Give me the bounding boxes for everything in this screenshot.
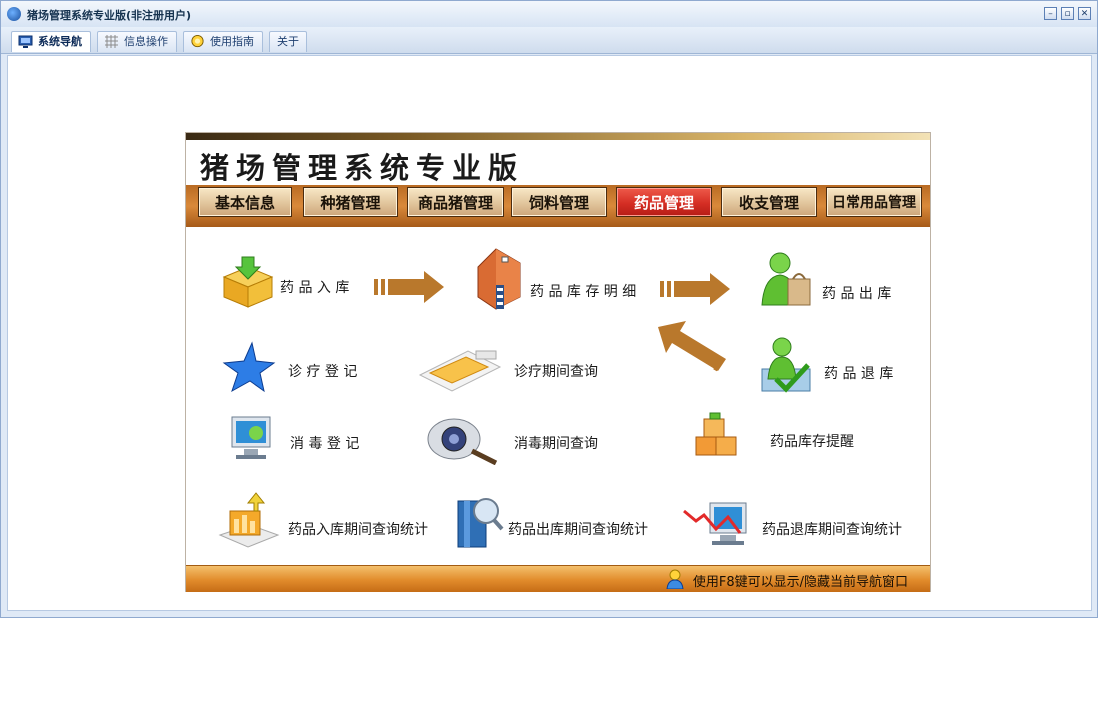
menu-daily-supplies[interactable]: 日常用品管理 — [826, 187, 922, 217]
tab-label: 系统导航 — [38, 35, 82, 48]
menu-basic-info[interactable]: 基本信息 — [198, 187, 292, 217]
minimize-button[interactable]: – — [1044, 7, 1057, 20]
bar-chart-icon — [218, 492, 280, 548]
star-icon — [222, 341, 276, 393]
disinfect-query-label: 消毒期间查询 — [514, 436, 598, 452]
status-hint: 使用F8键可以显示/隐藏当前导航窗口 — [692, 575, 908, 590]
help-icon — [191, 35, 204, 48]
tab-user-guide[interactable]: 使用指南 — [183, 31, 263, 52]
building-icon — [477, 248, 521, 310]
arrow-right-icon — [660, 273, 730, 305]
drug-out-label: 药 品 出 库 — [822, 286, 892, 302]
disinfect-register-label: 消 毒 登 记 — [290, 436, 360, 452]
arrow-right-icon — [374, 271, 444, 303]
navigation-panel: 猪场管理系统专业版 基本信息 种猪管理 商品猪管理 饲料管理 药品管理 收支管理… — [185, 132, 931, 592]
person-icon — [666, 569, 684, 589]
tab-label: 信息操作 — [124, 35, 168, 48]
box-in-icon — [222, 256, 274, 308]
arrow-up-left-icon — [658, 321, 726, 372]
disinfect-register-item[interactable]: 消 毒 登 记 — [226, 415, 376, 465]
in-stats-item[interactable]: 药品入库期间查询统计 — [216, 491, 436, 551]
user-bag-icon — [761, 252, 811, 306]
monitor-icon — [18, 35, 33, 48]
menu-drug[interactable]: 药品管理 — [616, 187, 712, 217]
treatment-register-label: 诊 疗 登 记 — [288, 364, 358, 380]
drug-in-item[interactable]: 药 品 入 库 — [218, 253, 378, 313]
user-check-icon — [761, 337, 811, 393]
close-button[interactable]: ✕ — [1078, 7, 1091, 20]
title-bar[interactable]: 猪场管理系统专业版(非注册用户) – ▫ ✕ — [1, 1, 1097, 28]
boxes-icon — [695, 412, 737, 456]
document-chart-icon — [418, 350, 502, 392]
treatment-register-item[interactable]: 诊 疗 登 记 — [222, 341, 372, 401]
treatment-query-item[interactable]: 诊疗期间查询 — [418, 345, 628, 401]
drug-out-item[interactable]: 药 品 出 库 — [758, 249, 918, 313]
monitor-globe-icon — [231, 416, 271, 459]
tab-system-nav[interactable]: 系统导航 — [11, 31, 91, 52]
app-logo-icon — [7, 7, 21, 21]
tab-label: 使用指南 — [210, 35, 254, 48]
grid-icon — [105, 35, 118, 48]
stock-alert-label: 药品库存提醒 — [770, 434, 854, 450]
magnifier-disc-icon — [427, 418, 498, 465]
menu-finance[interactable]: 收支管理 — [721, 187, 817, 217]
menu-breeding-pig[interactable]: 种猪管理 — [303, 187, 398, 217]
window-title: 猪场管理系统专业版(非注册用户) — [27, 9, 192, 22]
module-menu: 基本信息 种猪管理 商品猪管理 饲料管理 药品管理 收支管理 日常用品管理 — [186, 185, 930, 227]
return-stats-item[interactable]: 药品退库期间查询统计 — [682, 499, 912, 555]
restore-button[interactable]: ▫ — [1061, 7, 1074, 20]
status-bar: 使用F8键可以显示/隐藏当前导航窗口 — [186, 565, 930, 592]
drug-stock-detail-label: 药 品 库 存 明 细 — [530, 284, 637, 300]
menu-feed[interactable]: 饲料管理 — [511, 187, 607, 217]
menu-commercial-pig[interactable]: 商品猪管理 — [407, 187, 504, 217]
return-stats-label: 药品退库期间查询统计 — [762, 522, 902, 538]
tab-bar: 系统导航 信息操作 使用指南 关于 — [1, 27, 1097, 54]
tab-info-operation[interactable]: 信息操作 — [97, 31, 177, 52]
binder-search-icon — [457, 498, 504, 548]
out-stats-label: 药品出库期间查询统计 — [508, 522, 648, 538]
panel-title: 猪场管理系统专业版 — [200, 151, 525, 185]
drug-return-label: 药 品 退 库 — [824, 366, 894, 382]
stock-alert-item[interactable]: 药品库存提醒 — [692, 411, 892, 467]
panel-top-border — [186, 133, 930, 140]
drug-return-item[interactable]: 药 品 退 库 — [758, 335, 918, 399]
disinfect-query-item[interactable]: 消毒期间查询 — [424, 415, 634, 467]
tab-label: 关于 — [277, 35, 299, 48]
tab-about[interactable]: 关于 — [269, 31, 307, 52]
in-stats-label: 药品入库期间查询统计 — [288, 522, 428, 538]
monitor-chart-icon — [683, 502, 747, 545]
drug-stock-detail-item[interactable]: 药 品 库 存 明 细 — [466, 245, 656, 315]
drug-in-label: 药 品 入 库 — [280, 280, 350, 296]
out-stats-item[interactable]: 药品出库期间查询统计 — [452, 493, 662, 553]
treatment-query-label: 诊疗期间查询 — [514, 364, 598, 380]
